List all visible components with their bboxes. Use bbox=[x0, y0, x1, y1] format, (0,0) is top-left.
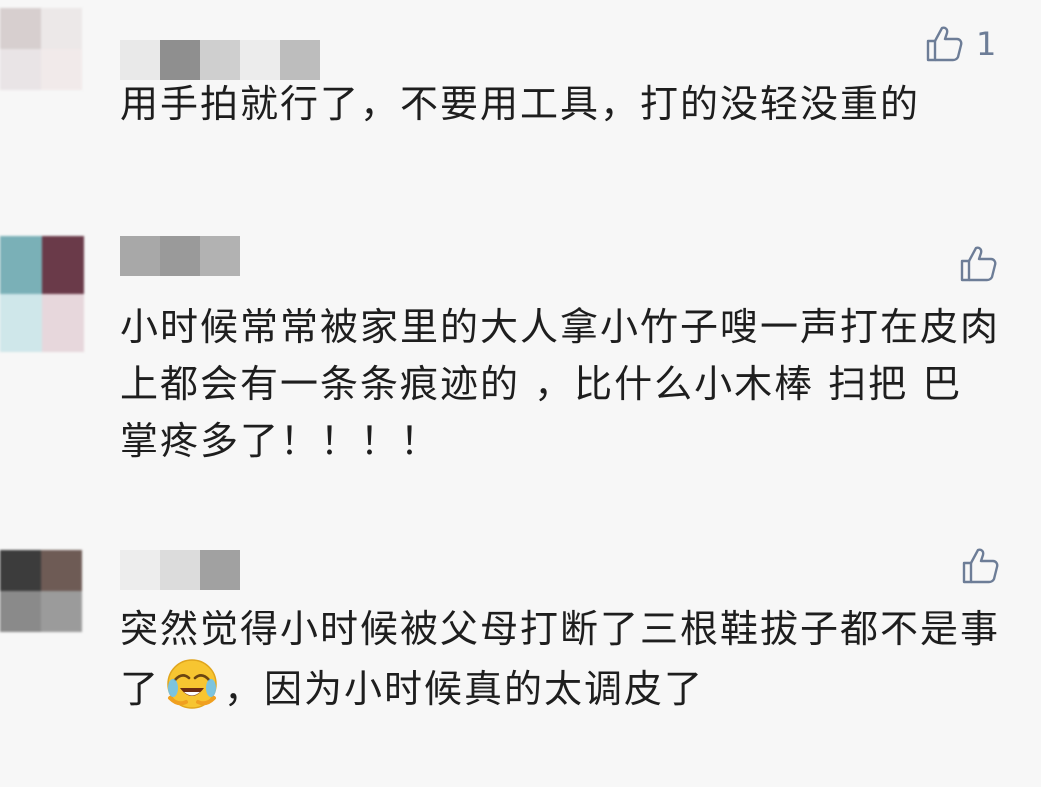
thumbs-up-icon bbox=[924, 24, 964, 64]
comment-text: 小时候常常被家里的大人拿小竹子嗖一声打在皮肉上都会有一条条痕迹的 ，比什么小木棒… bbox=[120, 299, 1000, 470]
comment-text-body: 用手拍就行了，不要用工具，打的没轻没重的 bbox=[120, 82, 921, 126]
like-count: 1 bbox=[976, 25, 997, 63]
like-button[interactable]: 1 bbox=[924, 24, 996, 64]
comment-text-tail: ，因为小时候真的太调皮了 bbox=[224, 667, 705, 711]
like-button[interactable] bbox=[960, 546, 1000, 586]
avatar[interactable] bbox=[0, 550, 82, 632]
username-pixelated[interactable] bbox=[120, 550, 240, 590]
like-button[interactable] bbox=[958, 244, 998, 284]
laughing-crying-emoji-icon bbox=[166, 658, 218, 710]
comment-text: 突然觉得小时候被父母打断了三根鞋拔子都不是事了 ，因为小时候真的太调皮了 bbox=[120, 601, 1000, 718]
comment-text: 用手拍就行了，不要用工具，打的没轻没重的 bbox=[120, 76, 1000, 133]
avatar[interactable] bbox=[0, 8, 82, 90]
thumbs-up-icon bbox=[958, 244, 998, 284]
username-pixelated[interactable] bbox=[120, 236, 240, 276]
thumbs-up-icon bbox=[960, 546, 1000, 586]
avatar[interactable] bbox=[0, 236, 84, 352]
comment-text-body: 小时候常常被家里的大人拿小竹子嗖一声打在皮肉上都会有一条条痕迹的 ，比什么小木棒… bbox=[120, 305, 1001, 463]
username-pixelated[interactable] bbox=[120, 40, 320, 80]
